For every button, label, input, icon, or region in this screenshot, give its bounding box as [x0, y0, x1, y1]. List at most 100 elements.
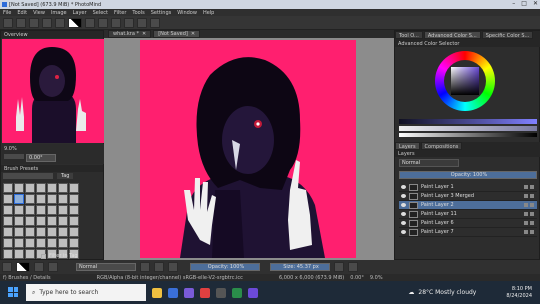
alpha-lock-icon[interactable]: [530, 185, 534, 189]
tab-tool-options[interactable]: Tool O...: [395, 31, 423, 39]
lock-icon[interactable]: [524, 185, 528, 189]
layer-row[interactable]: Paint Layer 3 Merged: [399, 192, 537, 201]
opacity-slider[interactable]: Opacity: 100%: [190, 263, 260, 271]
close-button[interactable]: ✕: [533, 0, 538, 7]
menu-edit[interactable]: Edit: [17, 10, 27, 16]
brush-preset[interactable]: [14, 205, 24, 215]
alpha-lock-icon[interactable]: [530, 203, 534, 207]
brush-preset[interactable]: [14, 227, 24, 237]
brush-preset[interactable]: [58, 227, 68, 237]
layer-row[interactable]: Paint Layer 7: [399, 228, 537, 237]
brush-preset[interactable]: [36, 205, 46, 215]
brush-preset[interactable]: [25, 227, 35, 237]
visibility-icon[interactable]: [401, 194, 406, 198]
menu-help[interactable]: Help: [203, 10, 214, 16]
brush-preset[interactable]: [36, 194, 46, 204]
tag-dropdown[interactable]: Tag: [57, 173, 74, 179]
brush-preset[interactable]: [25, 194, 35, 204]
lock-icon[interactable]: [524, 203, 528, 207]
brush-preset[interactable]: [47, 238, 57, 248]
brush-preset[interactable]: [25, 216, 35, 226]
canvas[interactable]: [140, 40, 356, 258]
menu-filter[interactable]: Filter: [114, 10, 126, 16]
tab-what-kra[interactable]: what.kra * ✕: [108, 30, 152, 38]
brush-preset-selected[interactable]: [14, 194, 24, 204]
browser-icon[interactable]: [168, 287, 178, 298]
filter-in-tag-checkbox[interactable]: [41, 253, 46, 259]
brush-preset[interactable]: [58, 216, 68, 226]
reload-preset-icon[interactable]: [168, 262, 178, 272]
brush-icon[interactable]: [2, 262, 12, 272]
overview-thumbnail[interactable]: [2, 39, 104, 143]
brush-preset[interactable]: [25, 238, 35, 248]
preserve-alpha-icon[interactable]: [154, 262, 164, 272]
eraser-mode-button[interactable]: [124, 17, 134, 28]
hue-ring[interactable]: [435, 51, 495, 111]
lock-icon[interactable]: [524, 212, 528, 216]
brush-preset[interactable]: [3, 183, 13, 193]
rotation-field[interactable]: 0.00°: [26, 154, 56, 162]
menu-settings[interactable]: Settings: [151, 10, 172, 16]
brush-preset[interactable]: [25, 249, 35, 259]
brush-preset[interactable]: [58, 205, 68, 215]
media-icon[interactable]: [200, 287, 210, 298]
visibility-icon[interactable]: [401, 230, 406, 234]
brush-preset[interactable]: [36, 183, 46, 193]
gradient-button[interactable]: [85, 17, 95, 28]
mirror-horizontal-button[interactable]: [150, 17, 160, 28]
maximize-button[interactable]: □: [521, 0, 527, 7]
alpha-lock-icon[interactable]: [530, 194, 534, 198]
layer-row-active[interactable]: Paint Layer 2: [399, 201, 537, 210]
menu-image[interactable]: Image: [51, 10, 67, 16]
pattern-button[interactable]: [98, 17, 108, 28]
brush-preset[interactable]: [3, 205, 13, 215]
layer-row[interactable]: Paint Layer 6: [399, 219, 537, 228]
filter-in-tag[interactable]: Filter in Tag: [41, 253, 78, 259]
visibility-icon[interactable]: [401, 221, 406, 225]
brush-preset[interactable]: [69, 205, 79, 215]
mirror-horizontal-icon[interactable]: [334, 262, 344, 272]
menu-file[interactable]: File: [3, 10, 11, 16]
photomind-icon[interactable]: [216, 287, 226, 298]
tab-not-saved[interactable]: [Not Saved] ✕: [153, 30, 201, 38]
save-button[interactable]: [29, 17, 39, 28]
close-tab-icon[interactable]: ✕: [142, 31, 146, 37]
messenger-icon[interactable]: [184, 287, 194, 298]
brush-preset[interactable]: [36, 227, 46, 237]
redo-button[interactable]: [55, 17, 65, 28]
tab-specific-color[interactable]: Specific Color S...: [481, 31, 534, 39]
alpha-lock-icon[interactable]: [530, 212, 534, 216]
brush-preset[interactable]: [58, 183, 68, 193]
brush-preset[interactable]: [25, 183, 35, 193]
tab-compositions[interactable]: Compositions: [420, 142, 463, 150]
alpha-lock-icon[interactable]: [530, 221, 534, 225]
brush-preset[interactable]: [69, 216, 79, 226]
visibility-icon[interactable]: [401, 185, 406, 189]
brush-preset[interactable]: [69, 238, 79, 248]
brush-preset[interactable]: [36, 216, 46, 226]
lock-icon[interactable]: [524, 221, 528, 225]
gradient-icon[interactable]: [34, 262, 44, 272]
mirror-vertical-icon[interactable]: [348, 262, 358, 272]
file-explorer-icon[interactable]: [152, 287, 162, 298]
alpha-lock-button[interactable]: [137, 17, 147, 28]
menu-select[interactable]: Select: [93, 10, 108, 16]
brush-preset[interactable]: [3, 238, 13, 248]
brush-preset[interactable]: [47, 183, 57, 193]
brush-preset[interactable]: [69, 194, 79, 204]
minimize-button[interactable]: –: [512, 0, 515, 7]
lock-icon[interactable]: [524, 194, 528, 198]
layer-row[interactable]: Paint Layer 11: [399, 210, 537, 219]
undo-button[interactable]: [42, 17, 52, 28]
blend-mode-dropdown[interactable]: Normal: [76, 263, 136, 271]
brush-preset[interactable]: [47, 205, 57, 215]
blend-mode-select[interactable]: Normal: [399, 159, 459, 167]
layer-opacity-slider[interactable]: Opacity: 100%: [399, 171, 537, 179]
brush-preset[interactable]: [14, 238, 24, 248]
open-file-button[interactable]: [16, 17, 26, 28]
menu-tools[interactable]: Tools: [132, 10, 144, 16]
brush-preset[interactable]: [3, 194, 13, 204]
color-shade-strip[interactable]: [399, 126, 537, 131]
brush-preset[interactable]: [36, 238, 46, 248]
taskbar-search[interactable]: ⌕ Type here to search: [26, 284, 146, 301]
